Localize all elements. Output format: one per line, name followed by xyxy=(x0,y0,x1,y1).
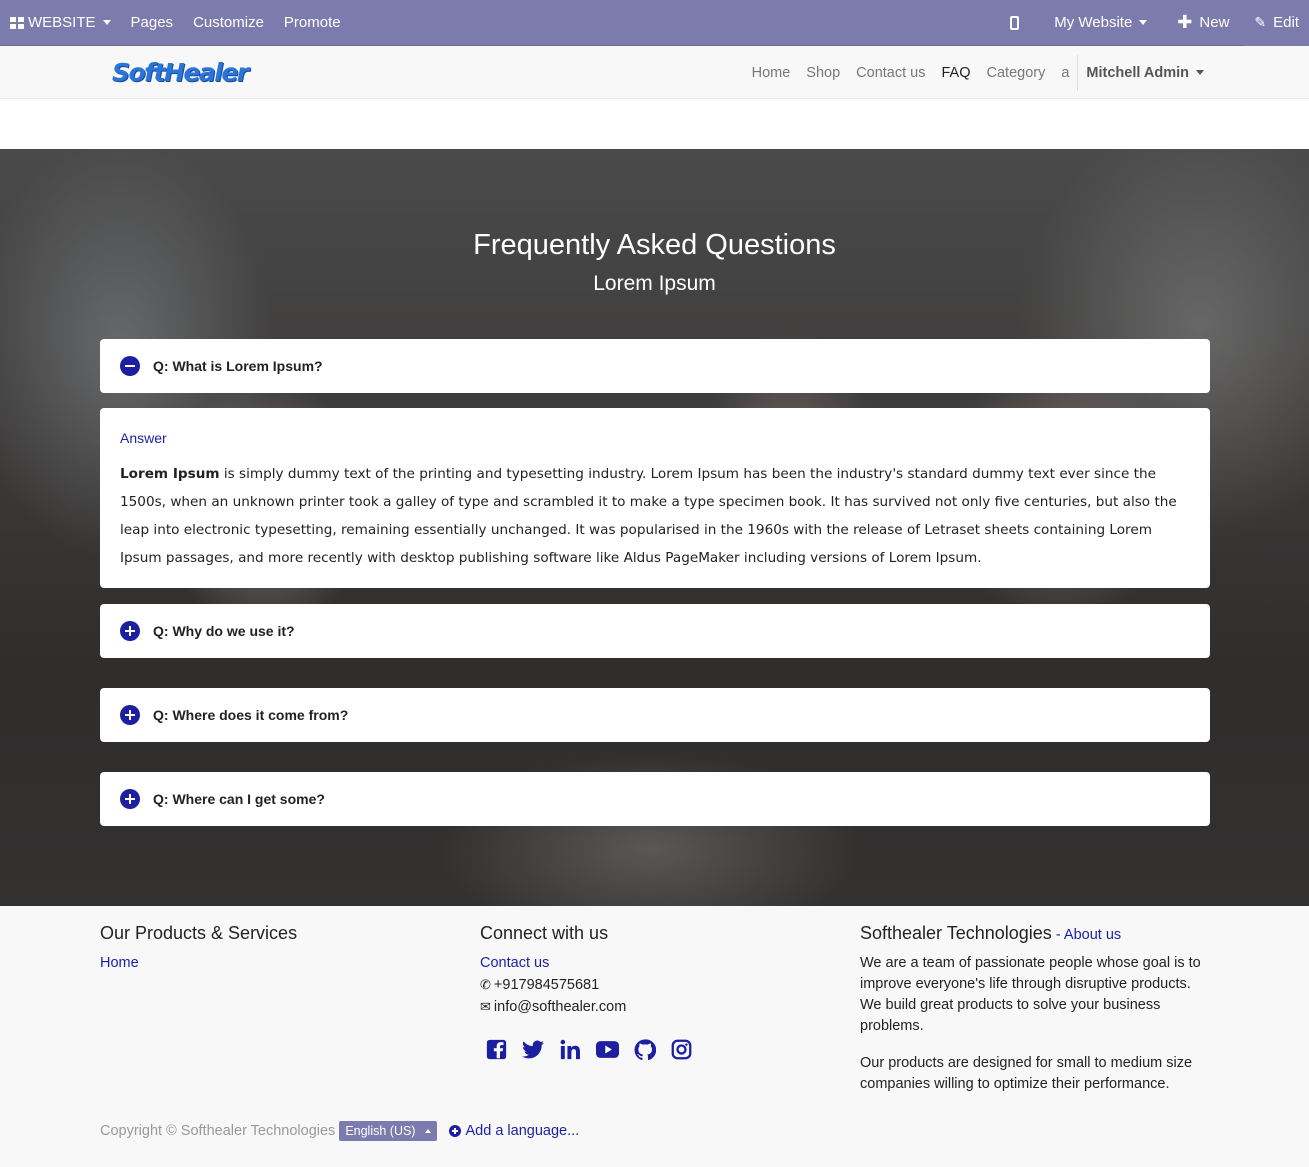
plus-circle-icon xyxy=(120,789,140,809)
menu-item-faq[interactable]: FAQ xyxy=(933,65,978,81)
website-menu[interactable]: WEBSITE xyxy=(0,0,121,46)
answer-label: Answer xyxy=(120,430,167,446)
footer-products: Our Products & Services Home xyxy=(100,923,440,974)
email-address[interactable]: info@softhealer.com xyxy=(494,999,626,1015)
about-paragraph-1: We are a team of passionate people whose… xyxy=(860,955,1201,1034)
menu-item-shop[interactable]: Shop xyxy=(798,65,848,81)
company-name: Softhealer Technologies xyxy=(860,923,1052,943)
faq-answer-panel: Answer Lorem Ipsum is simply dummy text … xyxy=(100,408,1210,588)
chevron-down-icon xyxy=(1139,20,1148,25)
new-label: New xyxy=(1199,14,1230,31)
customize-menu[interactable]: Customize xyxy=(183,0,274,46)
footer-connect-heading: Connect with us xyxy=(480,923,609,943)
footer-about: Softhealer Technologies - About us We ar… xyxy=(860,923,1210,1095)
edit-label: Edit xyxy=(1273,14,1299,31)
menu-item-home[interactable]: Home xyxy=(744,65,799,81)
user-name: Mitchell Admin xyxy=(1086,64,1189,81)
site-navbar: SoftHealer Home Shop Contact us FAQ Cate… xyxy=(0,46,1309,99)
phone-number: +917984575681 xyxy=(493,977,600,993)
edit-button[interactable]: ✎ Edit xyxy=(1244,0,1309,46)
footer-about-heading: Softhealer Technologies - About us xyxy=(860,923,1210,944)
language-selector[interactable]: English (US) xyxy=(339,1121,438,1141)
my-website-label: My Website xyxy=(1054,14,1133,31)
faq-hero-section: Frequently Asked Questions Lorem Ipsum Q… xyxy=(0,149,1309,906)
instagram-icon[interactable] xyxy=(670,1038,693,1061)
youtube-icon[interactable] xyxy=(596,1038,619,1061)
faq-question-text: Q: What is Lorem Ipsum? xyxy=(153,358,323,374)
faq-question-4[interactable]: Q: Where can I get some? xyxy=(100,772,1210,826)
footer-phone: ✆ +917984575681 xyxy=(480,974,820,996)
linkedin-icon[interactable] xyxy=(559,1038,582,1061)
answer-bold: Lorem Ipsum xyxy=(120,466,220,482)
site-logo[interactable]: SoftHealer xyxy=(112,58,249,87)
language-label: English (US) xyxy=(345,1124,416,1138)
plus-circle-icon xyxy=(449,1125,462,1137)
about-separator: - xyxy=(1051,927,1064,943)
footer-products-heading: Our Products & Services xyxy=(100,923,298,943)
plus-circle-icon xyxy=(120,705,140,725)
page-title: Frequently Asked Questions xyxy=(473,229,836,261)
answer-text: Lorem Ipsum is simply dummy text of the … xyxy=(120,460,1190,572)
faq-question-text: Q: Where does it come from? xyxy=(153,707,349,723)
site-footer: Our Products & Services Home Connect wit… xyxy=(0,906,1309,1167)
twitter-icon[interactable] xyxy=(522,1038,545,1061)
footer-link-home[interactable]: Home xyxy=(100,953,440,974)
faq-question-3[interactable]: Q: Where does it come from? xyxy=(100,688,1210,742)
menu-item-category[interactable]: Category xyxy=(979,65,1054,81)
my-website-menu[interactable]: My Website xyxy=(1039,0,1162,46)
faq-question-text: Q: Where can I get some? xyxy=(153,791,325,807)
mobile-preview-button[interactable] xyxy=(990,0,1039,46)
admin-bar: WEBSITE Pages Customize Promote My Websi… xyxy=(0,0,1309,46)
faq-question-1[interactable]: Q: What is Lorem Ipsum? xyxy=(100,339,1210,393)
faq-question-text: Q: Why do we use it? xyxy=(153,623,295,639)
footer-contact-link[interactable]: Contact us xyxy=(480,953,820,974)
minus-circle-icon xyxy=(120,356,140,376)
website-menu-label: WEBSITE xyxy=(28,14,96,31)
plus-circle-icon xyxy=(120,621,140,641)
answer-body: is simply dummy text of the printing and… xyxy=(120,466,1177,566)
add-language-link[interactable]: Add a language... xyxy=(449,1123,579,1139)
footer-connect: Connect with us Contact us ✆ +91798457568… xyxy=(480,923,820,1061)
about-paragraph-2: Our products are designed for small to m… xyxy=(860,1055,1193,1092)
spacer xyxy=(0,99,1309,149)
pages-menu[interactable]: Pages xyxy=(121,0,184,46)
menu-item-a[interactable]: a xyxy=(1053,65,1077,81)
phone-icon: ✆ xyxy=(480,977,491,992)
pencil-icon: ✎ xyxy=(1254,14,1267,30)
user-menu[interactable]: Mitchell Admin xyxy=(1078,65,1212,81)
new-button[interactable]: ✚ New xyxy=(1162,0,1244,46)
about-us-link[interactable]: About us xyxy=(1064,927,1121,943)
copyright-bar: Copyright © Softhealer Technologies Engl… xyxy=(100,1121,579,1141)
envelope-icon: ✉ xyxy=(480,999,491,1014)
github-icon[interactable] xyxy=(633,1038,656,1061)
facebook-icon[interactable] xyxy=(485,1038,508,1061)
chevron-up-icon xyxy=(425,1129,432,1133)
footer-email: ✉ info@softhealer.com xyxy=(480,996,820,1018)
apps-grid-icon xyxy=(10,16,24,29)
menu-item-contact[interactable]: Contact us xyxy=(848,65,933,81)
copyright-text: Copyright © Softhealer Technologies xyxy=(100,1123,336,1139)
promote-menu[interactable]: Promote xyxy=(274,0,351,46)
social-links xyxy=(485,1038,820,1061)
mobile-icon xyxy=(1010,15,1020,30)
faq-question-2[interactable]: Q: Why do we use it? xyxy=(100,604,1210,658)
add-language-label: Add a language... xyxy=(465,1123,580,1139)
main-menu: Home Shop Contact us FAQ Category a Mitc… xyxy=(744,46,1212,99)
chevron-down-icon xyxy=(1196,70,1204,75)
plus-icon: ✚ xyxy=(1177,12,1193,32)
page-subtitle: Lorem Ipsum xyxy=(593,272,716,295)
chevron-down-icon xyxy=(102,20,111,25)
